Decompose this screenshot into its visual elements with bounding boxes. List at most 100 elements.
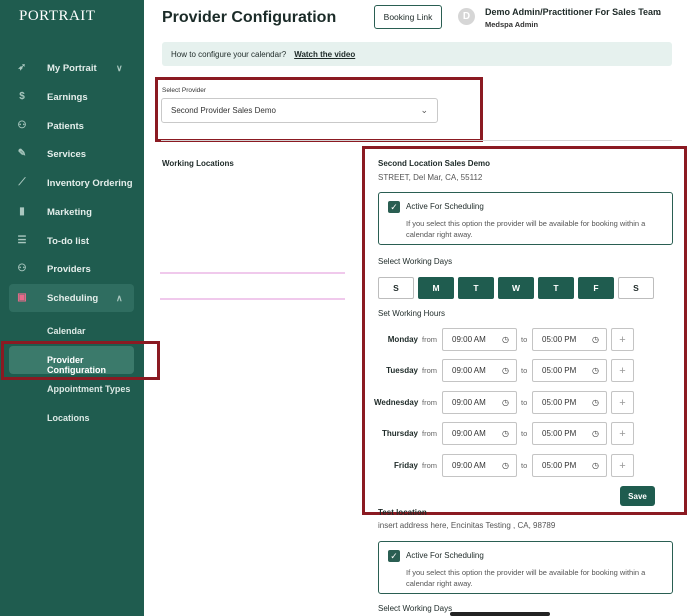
- sidebar-item-services[interactable]: ✎ Services: [0, 142, 144, 166]
- time-value: 09:00 AM: [452, 429, 486, 438]
- day-toggle-monday[interactable]: M: [418, 277, 454, 299]
- chevron-down-icon: ⌄: [420, 105, 428, 115]
- artifact-line: [160, 298, 345, 300]
- avatar[interactable]: D: [458, 8, 475, 25]
- time-value: 05:00 PM: [542, 366, 577, 375]
- add-hours-button[interactable]: +: [611, 328, 634, 351]
- sidebar-item-label: My Portrait: [47, 62, 97, 74]
- services-icon: ✎: [17, 148, 27, 159]
- time-value: 09:00 AM: [452, 335, 486, 344]
- providers-icon: ⚇: [17, 263, 27, 274]
- user-name[interactable]: Demo Admin/Practitioner For Sales Team: [485, 7, 661, 17]
- location-address: STREET, Del Mar, CA, 55112: [378, 173, 483, 182]
- from-label: from: [422, 398, 437, 407]
- day-toggle-tuesday[interactable]: T: [458, 277, 494, 299]
- sidebar-subitem-locations[interactable]: Locations: [47, 413, 90, 423]
- save-button[interactable]: Save: [620, 486, 655, 506]
- time-value: 05:00 PM: [542, 461, 577, 470]
- select-working-days-label: Select Working Days: [378, 604, 453, 613]
- bar-chart-icon: ▮: [19, 206, 25, 217]
- booking-link-button[interactable]: Booking Link: [374, 5, 442, 29]
- start-time-input[interactable]: 09:00 AM ◷: [442, 454, 517, 477]
- time-value: 09:00 AM: [452, 366, 486, 375]
- sidebar-item-label: Services: [47, 148, 87, 160]
- sidebar-item-label: Inventory Ordering: [47, 177, 133, 189]
- sidebar-item-label: Scheduling: [47, 292, 99, 304]
- add-hours-button[interactable]: +: [611, 391, 634, 414]
- clock-icon: ◷: [502, 366, 509, 375]
- sidebar-item-marketing[interactable]: ▮ Marketing: [0, 200, 144, 224]
- active-title: Active For Scheduling: [406, 551, 484, 560]
- location-name: Test location: [378, 508, 427, 517]
- end-time-input[interactable]: 05:00 PM ◷: [532, 328, 607, 351]
- from-label: from: [422, 429, 437, 438]
- sidebar-subitem-calendar[interactable]: Calendar: [47, 326, 86, 336]
- rocket-icon: ➶: [17, 62, 27, 73]
- to-label: to: [521, 398, 528, 407]
- add-hours-button[interactable]: +: [611, 422, 634, 445]
- location-name: Second Location Sales Demo: [378, 159, 491, 168]
- end-time-input[interactable]: 05:00 PM ◷: [532, 422, 607, 445]
- sidebar-item-providers[interactable]: ⚇ Providers: [0, 257, 144, 281]
- help-text: How to configure your calendar?: [171, 49, 287, 59]
- active-checkbox[interactable]: ✓: [388, 550, 400, 562]
- day-label: Thursday: [381, 429, 418, 438]
- artifact-line: [160, 272, 345, 274]
- start-time-input[interactable]: 09:00 AM ◷: [442, 328, 517, 351]
- start-time-input[interactable]: 09:00 AM ◷: [442, 422, 517, 445]
- users-icon: ⚇: [17, 120, 27, 131]
- clock-icon: ◷: [502, 335, 509, 344]
- day-label: Friday: [393, 461, 418, 470]
- watch-video-link[interactable]: Watch the video: [294, 50, 355, 59]
- sidebar-item-my-portrait[interactable]: ➶ My Portrait ∨: [0, 56, 144, 80]
- clock-icon: ◷: [502, 398, 509, 407]
- active-for-scheduling-card[interactable]: ✓ Active For Scheduling If you select th…: [378, 192, 673, 245]
- sidebar-item-todo-list[interactable]: ☰ To-do list: [0, 229, 144, 253]
- end-time-input[interactable]: 05:00 PM ◷: [532, 454, 607, 477]
- day-toggle-wednesday[interactable]: W: [498, 277, 534, 299]
- clock-icon: ◷: [502, 429, 509, 438]
- day-toggle-thursday[interactable]: T: [538, 277, 574, 299]
- clock-icon: ◷: [592, 398, 599, 407]
- provider-select-value: Second Provider Sales Demo: [171, 106, 276, 115]
- add-hours-button[interactable]: +: [611, 454, 634, 477]
- sidebar: PORTRAIT ➶ My Portrait ∨ $ Earnings ⚇ Pa…: [0, 0, 144, 616]
- to-label: to: [521, 429, 528, 438]
- provider-select[interactable]: Second Provider Sales Demo ⌄: [161, 98, 438, 123]
- start-time-input[interactable]: 09:00 AM ◷: [442, 391, 517, 414]
- active-description: If you select this option the provider w…: [406, 568, 646, 588]
- day-label: Tuesday: [386, 366, 418, 375]
- day-label: Monday: [387, 335, 418, 344]
- sidebar-item-patients[interactable]: ⚇ Patients: [0, 114, 144, 138]
- sidebar-item-inventory-ordering[interactable]: ⟋ Inventory Ordering: [0, 171, 144, 195]
- clock-icon: ◷: [592, 335, 599, 344]
- sidebar-item-label: Marketing: [47, 206, 92, 218]
- sidebar-item-earnings[interactable]: $ Earnings: [0, 85, 144, 109]
- day-toggle-friday[interactable]: F: [578, 277, 614, 299]
- chevron-down-icon[interactable]: ⌄: [655, 7, 663, 18]
- time-value: 05:00 PM: [542, 398, 577, 407]
- start-time-input[interactable]: 09:00 AM ◷: [442, 359, 517, 382]
- sidebar-item-scheduling[interactable]: ▣ Scheduling ∧: [9, 284, 134, 312]
- portrait-logo[interactable]: PORTRAIT: [19, 8, 95, 25]
- end-time-input[interactable]: 05:00 PM ◷: [532, 391, 607, 414]
- scroll-indicator[interactable]: [450, 612, 550, 616]
- clock-icon: ◷: [592, 366, 599, 375]
- day-toggle-saturday[interactable]: S: [618, 277, 654, 299]
- day-toggle-sunday[interactable]: S: [378, 277, 414, 299]
- end-time-input[interactable]: 05:00 PM ◷: [532, 359, 607, 382]
- from-label: from: [422, 366, 437, 375]
- user-role: Medspa Admin: [485, 20, 539, 29]
- page-title: Provider Configuration: [162, 9, 337, 26]
- time-value: 09:00 AM: [452, 398, 486, 407]
- sidebar-subitem-appointment-types[interactable]: Appointment Types: [47, 384, 130, 394]
- calendar-help-bar: How to configure your calendar? Watch th…: [162, 42, 672, 66]
- divider: [161, 140, 672, 141]
- list-icon: ☰: [17, 235, 27, 246]
- sidebar-item-label: Earnings: [47, 91, 88, 103]
- active-checkbox[interactable]: ✓: [388, 201, 400, 213]
- clock-icon: ◷: [592, 429, 599, 438]
- add-hours-button[interactable]: +: [611, 359, 634, 382]
- sidebar-item-label: Patients: [47, 120, 84, 132]
- active-for-scheduling-card[interactable]: ✓ Active For Scheduling If you select th…: [378, 541, 673, 594]
